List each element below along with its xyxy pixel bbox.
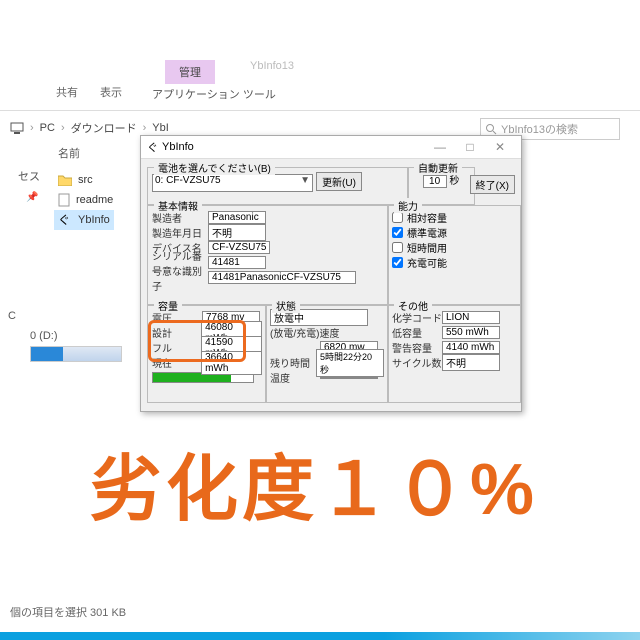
svg-text:ぐ: ぐ xyxy=(58,214,70,226)
ribbon-share[interactable]: 共有 xyxy=(50,80,84,104)
list-item[interactable]: src xyxy=(58,170,114,190)
rechargeable-check[interactable]: 充電可能 xyxy=(392,255,516,270)
list-item[interactable]: readme xyxy=(58,190,114,210)
cycle-value: 不明 xyxy=(442,354,500,371)
drive-usage-bar xyxy=(30,346,122,362)
exit-button[interactable]: 終了(X) xyxy=(470,175,515,194)
quick-access-label: セス xyxy=(18,168,40,184)
ybinfo-dialog: ぐ YbInfo — □ ✕ 電池を選んでください(B) 0: CF-VZSU7… xyxy=(140,135,522,412)
app-icon: ぐ xyxy=(58,214,72,226)
uid-value: 41481PanasonicCF-VZSU75 xyxy=(208,271,356,284)
ribbon-apptools-tab[interactable]: 管理 xyxy=(165,60,215,84)
taskbar-strip xyxy=(0,632,640,640)
status-group: 状態 放電中 (放電/充電)速度 6820 mw 残り時間5時間22分20秒 温… xyxy=(265,305,389,403)
crumb-folder[interactable]: YbI xyxy=(152,122,169,134)
standard-power-check[interactable]: 標準電源 xyxy=(392,225,516,240)
degradation-overlay: 劣化度１０% xyxy=(90,430,538,535)
capacity-group: 容量 電圧7768 mv 設計46080 mWh フル41590 mWh 現在3… xyxy=(147,305,267,403)
current-capacity-value: 36640 mWh xyxy=(201,351,262,375)
ribbon-faded: YbInfo13 xyxy=(250,60,294,72)
ribbon-apptools-sublabel: アプリケーション ツール xyxy=(152,86,276,102)
breadcrumb[interactable]: › PC › ダウンロード › YbI xyxy=(10,120,169,136)
capability-group: 能力 相対容量 標準電源 短時間用 充電可能 xyxy=(387,205,521,305)
warn-capacity-value: 4140 mWh xyxy=(442,341,500,354)
pin-icon: 📌 xyxy=(26,192,38,203)
mfg-date-value: 不明 xyxy=(208,224,266,241)
remaining-time-value: 5時間22分20秒 xyxy=(316,349,384,377)
dialog-titlebar[interactable]: ぐ YbInfo — □ ✕ xyxy=(141,136,521,159)
app-icon: ぐ xyxy=(147,139,158,155)
crumb-pc[interactable]: PC xyxy=(40,122,55,134)
folder-icon xyxy=(58,174,72,186)
temp-value xyxy=(320,377,378,379)
sidebar-pc[interactable]: C xyxy=(8,310,16,322)
pc-icon xyxy=(10,121,24,135)
manufacturer-value: Panasonic xyxy=(208,211,266,224)
short-time-check[interactable]: 短時間用 xyxy=(392,240,516,255)
search-icon xyxy=(485,123,497,135)
dialog-title: YbInfo xyxy=(162,141,194,153)
list-item-selected[interactable]: ぐ YbInfo xyxy=(54,210,114,230)
minimize-button[interactable]: — xyxy=(425,140,455,154)
basic-info-group: 基本情報 製造者Panasonic 製造年月日不明 デバイス名CF-VZSU75… xyxy=(147,205,389,305)
status-bar: 個の項目を選択 301 KB xyxy=(0,604,126,620)
other-group: その他 化学コードLION 低容量550 mWh 警告容量4140 mWh サイ… xyxy=(387,305,521,403)
update-button[interactable]: 更新(U) xyxy=(316,172,362,191)
sidebar-drive[interactable]: 0 (D:) xyxy=(30,330,58,342)
crumb-downloads[interactable]: ダウンロード xyxy=(71,120,137,136)
column-header-name[interactable]: 名前 xyxy=(58,145,80,161)
serial-value: 41481 xyxy=(208,256,266,269)
battery-combo[interactable]: 0: CF-VZSU75 xyxy=(152,174,313,192)
close-button[interactable]: ✕ xyxy=(485,140,515,154)
file-icon xyxy=(58,193,70,207)
file-list: src readme ぐ YbInfo xyxy=(58,170,114,230)
device-name-value: CF-VZSU75 xyxy=(208,241,270,254)
maximize-button[interactable]: □ xyxy=(455,140,485,154)
interval-spin[interactable]: 10 xyxy=(423,175,447,188)
chem-value: LION xyxy=(442,311,500,324)
low-capacity-value: 550 mWh xyxy=(442,326,500,339)
ribbon-view[interactable]: 表示 xyxy=(94,80,128,104)
